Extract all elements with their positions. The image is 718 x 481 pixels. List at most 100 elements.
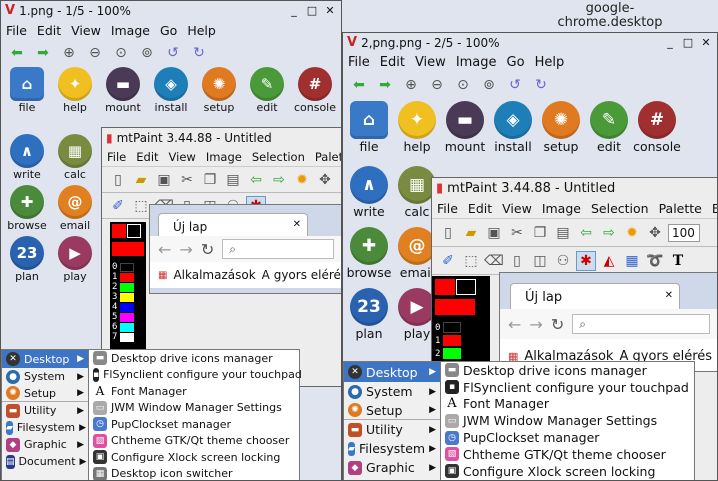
menu-edit[interactable]: Edit	[32, 23, 66, 38]
mt2-menu-image[interactable]: Image	[537, 201, 586, 216]
primary-colour-swatch[interactable]	[112, 224, 126, 238]
save-icon[interactable]: ▣	[154, 170, 174, 190]
menu-item-system[interactable]: ● System ▶	[2, 368, 88, 385]
copy-icon[interactable]: ❐	[530, 223, 550, 243]
bookmark-speed-dial[interactable]: A gyors elérés érde	[262, 268, 341, 282]
window-1-titlebar[interactable]: V 1.png - 1/5 - 100% _ □ ✕	[1, 1, 341, 20]
google-chrome-desktop-label[interactable]: google-chrome.desktop	[550, 2, 670, 30]
menu-help[interactable]: Help	[182, 23, 221, 38]
menu-image[interactable]: Image	[451, 55, 502, 70]
back-icon[interactable]: ←	[158, 240, 171, 259]
desktop-icon-email[interactable]: @ email	[51, 185, 99, 232]
menu-item-graphic[interactable]: ◆ Graphic ▶	[344, 458, 440, 477]
forward-icon[interactable]: →	[529, 315, 542, 334]
chrome-tab-new[interactable]: Új lap ✕	[158, 213, 308, 237]
desktop-icon-write[interactable]: ∧ write	[345, 166, 393, 219]
desktop-icon-mount[interactable]: ▬ mount	[99, 67, 147, 114]
open-folder-icon[interactable]: ▰	[461, 223, 481, 243]
menu-file[interactable]: File	[343, 55, 375, 70]
desktop-icon-file[interactable]: ⌂ file	[3, 67, 51, 114]
select-icon[interactable]: ⬚	[461, 251, 481, 271]
tab-close-icon[interactable]: ✕	[293, 219, 301, 230]
eraser-icon[interactable]: ◫	[530, 251, 550, 271]
menu-view[interactable]: View	[66, 23, 106, 38]
desktop-icon-browse[interactable]: ✚ browse	[345, 227, 393, 280]
redo-arrow-icon[interactable]: ⇨	[599, 223, 619, 243]
bookmark-apps[interactable]: Alkalmazások	[173, 268, 255, 282]
palette-row[interactable]: 3	[112, 292, 144, 302]
reload-icon[interactable]: ↻	[551, 315, 564, 334]
desktop-icon-write[interactable]: ∧ write	[3, 134, 51, 181]
zoom-original-icon[interactable]: ⊚	[479, 75, 499, 95]
sun-icon[interactable]: ✹	[292, 170, 312, 190]
submenu-chtheme[interactable]: ▧ Chtheme GTK/Qt theme chooser	[441, 446, 694, 463]
mt1-menu-selection[interactable]: Selection	[247, 150, 310, 164]
zoom-in-icon[interactable]: ⊕	[401, 75, 421, 95]
submenu-drive-icons[interactable]: ▬ Desktop drive icons manager	[441, 362, 694, 379]
mt2-menu-edit[interactable]: Edit	[463, 201, 497, 216]
menu-item-system[interactable]: ● System ▶	[344, 382, 440, 401]
desktop-icon-install[interactable]: ◈ install	[489, 101, 537, 154]
rotate-right-icon[interactable]: ↻	[189, 43, 209, 63]
chrome-tab-new[interactable]: Új lap ✕	[510, 283, 680, 309]
select-icon[interactable]: ⬚	[131, 196, 151, 216]
submenu-font-manager[interactable]: A Font Manager	[441, 396, 694, 413]
save-icon[interactable]: ▣	[484, 223, 504, 243]
new-file-icon[interactable]: ▯	[438, 223, 458, 243]
menu-item-graphic[interactable]: ◆ Graphic ▶	[2, 436, 88, 453]
palette-row[interactable]: 1	[435, 334, 487, 347]
menu-item-setup[interactable]: ✺ Setup ▶	[2, 385, 88, 402]
address-bar[interactable]: ⌕	[572, 314, 710, 334]
desktop-icon-help[interactable]: ✦ help	[393, 101, 441, 154]
desktop-icon-file[interactable]: ⌂ file	[345, 101, 393, 154]
back-arrow-icon[interactable]: ⬅	[349, 75, 369, 95]
submenu-icon-switcher[interactable]: ▦ Desktop icon switcher	[89, 466, 299, 480]
submenu-pupclockset[interactable]: ◷ PupClockset manager	[89, 416, 299, 433]
menu-item-setup[interactable]: ✺ Setup ▶	[344, 401, 440, 420]
tab-close-icon[interactable]: ✕	[665, 290, 673, 301]
submenu-xlock[interactable]: ▣ Configure Xlock screen locking	[89, 449, 299, 466]
palette-row[interactable]: 1	[112, 272, 144, 282]
address-bar[interactable]: ⌕	[222, 239, 334, 259]
line-tool-icon[interactable]: ▯	[507, 251, 527, 271]
close-icon[interactable]: ✕	[323, 4, 337, 18]
palette-row[interactable]: 0	[435, 321, 487, 334]
mt1-menu-file[interactable]: File	[102, 150, 131, 164]
pattern-swatch[interactable]	[435, 299, 475, 315]
zoom-out-icon[interactable]: ⊖	[85, 43, 105, 63]
desktop-icon-console[interactable]: # console	[633, 101, 681, 154]
minimize-icon[interactable]: _	[663, 36, 677, 50]
minimize-icon[interactable]: _	[287, 4, 301, 18]
palette-editor-icon[interactable]: ▦	[622, 251, 642, 271]
mt1-menu-image[interactable]: Image	[201, 150, 247, 164]
menu-item-utility[interactable]: ▬ Utility ▶	[2, 402, 88, 419]
submenu-flsynclient[interactable]: ▪ FlSynclient configure your touchpad	[441, 379, 694, 396]
secondary-colour-swatch[interactable]	[127, 224, 141, 238]
zoom-out-icon[interactable]: ⊖	[427, 75, 447, 95]
close-icon[interactable]: ✕	[699, 36, 713, 50]
desktop-icon-plan[interactable]: 23 plan	[345, 288, 393, 341]
desktop-icon-edit[interactable]: ✎ edit	[243, 67, 291, 114]
mt2-menu-palette[interactable]: Palette	[654, 201, 707, 216]
desktop-icon-plan[interactable]: 23 plan	[3, 236, 51, 283]
zoom-in-icon[interactable]: ⊕	[59, 43, 79, 63]
menu-item-desktop[interactable]: ✕ Desktop ▶	[344, 362, 440, 382]
submenu-drive-icons[interactable]: ▬ Desktop drive icons manager	[89, 350, 299, 367]
desktop-icon-edit[interactable]: ✎ edit	[585, 101, 633, 154]
menu-item-filesystem[interactable]: ▰ Filesystem ▶	[344, 439, 440, 458]
zoom-fit-icon[interactable]: ⊙	[453, 75, 473, 95]
submenu-xlock[interactable]: ▣ Configure Xlock screen locking	[441, 463, 694, 480]
menu-image[interactable]: Image	[106, 23, 155, 38]
rotate-left-icon[interactable]: ↺	[505, 75, 525, 95]
maximize-icon[interactable]: □	[305, 4, 319, 18]
mt1-menu-edit[interactable]: Edit	[131, 150, 163, 164]
submenu-jwm-settings[interactable]: ▭ JWM Window Manager Settings	[89, 400, 299, 417]
submenu-chtheme[interactable]: ▧ Chtheme GTK/Qt theme chooser	[89, 433, 299, 450]
brush-icon[interactable]: ✐	[108, 196, 128, 216]
menu-item-desktop[interactable]: ✕ Desktop ▶	[2, 350, 88, 368]
menu-go[interactable]: Go	[155, 23, 182, 38]
primary-colour-swatch[interactable]	[435, 279, 455, 295]
undo-arrow-icon[interactable]: ⇦	[246, 170, 266, 190]
zoom-fit-icon[interactable]: ⊙	[111, 43, 131, 63]
forward-arrow-icon[interactable]: ➡	[33, 43, 53, 63]
